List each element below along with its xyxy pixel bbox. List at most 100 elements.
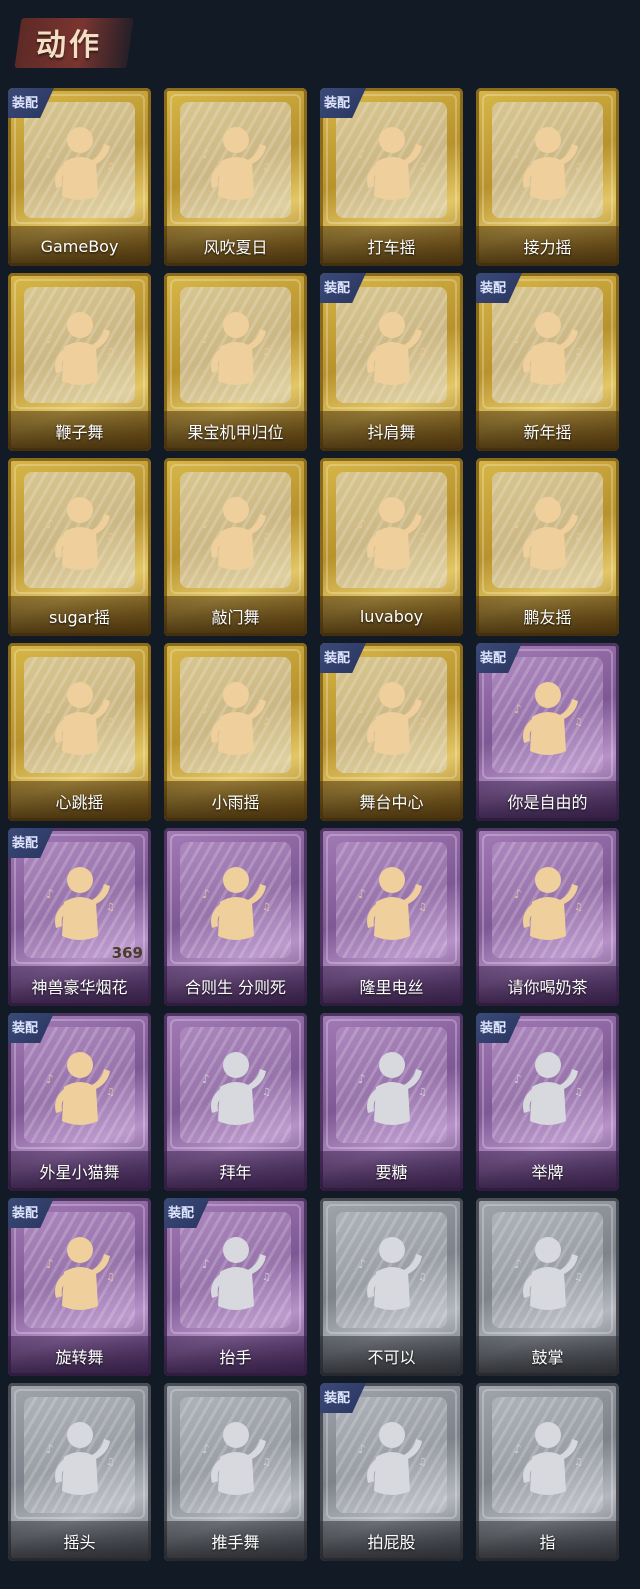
dancer-figure-icon: ♪ ♫	[46, 682, 114, 755]
emote-card[interactable]: ♪ ♫ 装配鼓掌	[476, 1198, 619, 1376]
emote-name: 不可以	[367, 1348, 416, 1367]
emote-card[interactable]: ♪ ♫ 装配 抖肩舞	[320, 273, 463, 451]
emote-card[interactable]: ♪ ♫ 装配 拍屁股	[320, 1383, 463, 1561]
equipped-badge-label: 装配	[12, 1206, 39, 1221]
emote-card[interactable]: ♪ ♫ 装配 抬手	[164, 1198, 307, 1376]
emote-card[interactable]: ♪ ♫ 装配 GameBoy	[8, 88, 151, 266]
card-label-bar: GameBoy	[8, 226, 151, 266]
svg-text:♪: ♪	[358, 702, 366, 716]
emote-card[interactable]: ♪ ♫ 装配新年摇	[476, 273, 619, 451]
dancer-figure-icon: ♪ ♫	[358, 1422, 426, 1495]
emote-name: 抬手	[219, 1348, 252, 1367]
svg-text:♪: ♪	[46, 332, 54, 346]
svg-text:♪: ♪	[202, 1257, 210, 1271]
emote-card[interactable]: ♪ ♫ 装配合则生 分则死	[164, 828, 307, 1006]
card-label-bar: 舞台中心	[320, 781, 463, 821]
emote-figure-icon: ♪ ♫	[196, 1228, 276, 1324]
card-label-bar: 拜年	[164, 1151, 307, 1191]
emote-card[interactable]: ♪ ♫ 装配心跳摇	[8, 643, 151, 821]
card-label-bar: 鞭子舞	[8, 411, 151, 451]
emote-card[interactable]: ♪ ♫ 装配鞭子舞	[8, 273, 151, 451]
svg-text:♪: ♪	[202, 517, 210, 531]
svg-text:♪: ♪	[514, 517, 522, 531]
svg-text:♫: ♫	[418, 1087, 427, 1098]
svg-text:♪: ♪	[358, 1072, 366, 1086]
emote-figure-icon: ♪ ♫	[508, 858, 588, 954]
svg-text:♪: ♪	[202, 147, 210, 161]
equipped-badge-label: 装配	[324, 651, 351, 666]
svg-text:♫: ♫	[106, 347, 115, 358]
emote-card[interactable]: ♪ ♫ 装配要糖	[320, 1013, 463, 1191]
card-label-bar: 外星小猫舞	[8, 1151, 151, 1191]
emote-card[interactable]: ♪ ♫ 装配果宝机甲归位	[164, 273, 307, 451]
emote-card[interactable]: ♪ ♫ 装配鹏友摇	[476, 458, 619, 636]
emote-card[interactable]: ♪ ♫ 装配 打车摇	[320, 88, 463, 266]
svg-text:♪: ♪	[514, 1257, 522, 1271]
equipped-badge-label: 装配	[324, 96, 351, 111]
emote-card[interactable]: ♪ ♫ 装配旋转舞	[8, 1198, 151, 1376]
card-label-bar: 抖肩舞	[320, 411, 463, 451]
svg-text:♪: ♪	[46, 1442, 54, 1456]
emote-card[interactable]: ♪ ♫ 装配摇头	[8, 1383, 151, 1561]
emote-card[interactable]: ♪ ♫ 装配风吹夏日	[164, 88, 307, 266]
emote-card[interactable]: ♪ ♫ 装配 你是自由的	[476, 643, 619, 821]
dancer-figure-icon: ♪ ♫	[514, 682, 582, 755]
emote-figure-icon: ♪ ♫	[40, 118, 120, 214]
svg-text:♪: ♪	[202, 1072, 210, 1086]
dancer-figure-icon: ♪ ♫	[202, 312, 270, 385]
emote-figure-icon: ♪ ♫	[508, 118, 588, 214]
emote-card[interactable]: ♪ ♫ 装配隆里电丝	[320, 828, 463, 1006]
card-label-bar: 举牌	[476, 1151, 619, 1191]
svg-text:♫: ♫	[262, 1272, 271, 1283]
emote-card[interactable]: ♪ ♫ 装配小雨摇	[164, 643, 307, 821]
emote-card[interactable]: ♪ ♫ 装配指	[476, 1383, 619, 1561]
emote-card[interactable]: ♪ ♫ 装配舞台中心	[320, 643, 463, 821]
dancer-figure-icon: ♪ ♫	[514, 1422, 582, 1495]
emote-card[interactable]: ♪ ♫ 装配请你喝奶茶	[476, 828, 619, 1006]
svg-text:♫: ♫	[574, 1087, 583, 1098]
svg-text:♪: ♪	[202, 332, 210, 346]
emote-figure-icon: ♪ ♫	[508, 303, 588, 399]
emote-figure-icon: ♪ ♫	[352, 1413, 432, 1509]
emote-card[interactable]: ♪ ♫ 装配 369 神兽豪华烟花	[8, 828, 151, 1006]
card-label-bar: 不可以	[320, 1336, 463, 1376]
dancer-figure-icon: ♪ ♫	[358, 127, 426, 200]
emote-card[interactable]: ♪ ♫ 装配举牌	[476, 1013, 619, 1191]
emote-name: 旋转舞	[55, 1348, 104, 1367]
emote-figure-icon: ♪ ♫	[508, 1043, 588, 1139]
emote-card[interactable]: ♪ ♫ 装配接力摇	[476, 88, 619, 266]
emote-figure-icon: ♪ ♫	[196, 858, 276, 954]
svg-text:♫: ♫	[574, 1272, 583, 1283]
emote-figure-icon: ♪ ♫	[508, 488, 588, 584]
card-label-bar: 接力摇	[476, 226, 619, 266]
emote-figure-icon: ♪ ♫	[196, 303, 276, 399]
emote-card[interactable]: ♪ ♫ 装配推手舞	[164, 1383, 307, 1561]
emote-figure-icon: ♪ ♫	[40, 673, 120, 769]
emote-name: 鹏友摇	[523, 608, 572, 627]
svg-text:♪: ♪	[358, 332, 366, 346]
emote-figure-icon: ♪ ♫	[352, 673, 432, 769]
equipped-badge-label: 装配	[12, 1021, 39, 1036]
emote-card[interactable]: ♪ ♫ 装配 外星小猫舞	[8, 1013, 151, 1191]
emote-name: 拜年	[219, 1163, 252, 1182]
emote-card[interactable]: ♪ ♫ 装配敲门舞	[164, 458, 307, 636]
equipped-badge-label: 装配	[480, 281, 507, 296]
equipped-badge-label: 装配	[12, 96, 39, 111]
dancer-figure-icon: ♪ ♫	[46, 1237, 114, 1310]
emote-card[interactable]: ♪ ♫ 装配不可以	[320, 1198, 463, 1376]
card-label-bar: luvaboy	[320, 596, 463, 636]
equipped-badge-label: 装配	[480, 1021, 507, 1036]
svg-text:♫: ♫	[262, 902, 271, 913]
emote-card[interactable]: ♪ ♫ 装配luvaboy	[320, 458, 463, 636]
dancer-figure-icon: ♪ ♫	[202, 1422, 270, 1495]
svg-text:♪: ♪	[46, 887, 54, 901]
emote-figure-icon: ♪ ♫	[352, 488, 432, 584]
emote-name: 要糖	[375, 1163, 408, 1182]
emote-card[interactable]: ♪ ♫ 装配拜年	[164, 1013, 307, 1191]
dancer-figure-icon: ♪ ♫	[514, 312, 582, 385]
svg-text:♪: ♪	[514, 887, 522, 901]
emote-card[interactable]: ♪ ♫ 装配sugar摇	[8, 458, 151, 636]
card-label-bar: 新年摇	[476, 411, 619, 451]
emote-figure-icon: ♪ ♫	[196, 1413, 276, 1509]
dancer-figure-icon: ♪ ♫	[514, 497, 582, 570]
